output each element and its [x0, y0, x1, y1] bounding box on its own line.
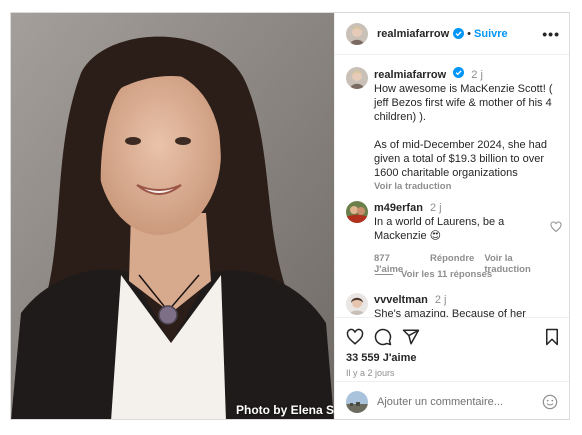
author-username[interactable]: realmiafarrow — [377, 28, 449, 40]
replies-divider — [375, 274, 393, 275]
caption-translate-link[interactable]: Voir la traduction — [374, 181, 559, 192]
caption-time[interactable]: 2 j — [471, 69, 483, 81]
comment-username[interactable]: vvveltman — [374, 294, 428, 306]
photo-credit: Photo by Elena S — [235, 403, 334, 417]
likes-count[interactable]: 33 559 J'aime — [346, 352, 417, 364]
post-panel: realmiafarrow • Suivre ••• realmiafarrow… — [334, 13, 569, 419]
separator-dot: • — [467, 27, 472, 40]
post-photo: Photo by Elena S — [11, 13, 334, 419]
verified-badge-icon — [453, 28, 465, 39]
more-options-icon[interactable]: ••• — [542, 26, 560, 42]
portrait-image — [11, 13, 334, 419]
post-timestamp[interactable]: Il y a 2 jours — [346, 368, 395, 378]
verified-badge-icon — [453, 67, 465, 78]
heart-icon[interactable] — [346, 328, 364, 346]
caption-username[interactable]: realmiafarrow — [374, 69, 446, 81]
follow-button[interactable]: Suivre — [474, 28, 508, 40]
caption-text: How awesome is MacKenzie Scott! ( jeff B… — [374, 83, 553, 179]
share-icon[interactable] — [402, 328, 420, 346]
comment-avatar[interactable] — [346, 293, 368, 315]
post-modal: Photo by Elena S realmiafarrow • Suivre … — [10, 12, 570, 420]
view-replies-label[interactable]: Voir les 11 réponses — [401, 269, 492, 280]
view-replies[interactable]: Voir les 11 réponses — [375, 269, 492, 280]
current-user-avatar — [346, 390, 368, 413]
comment-time[interactable]: 2 j — [430, 202, 442, 214]
comment-text: She's amazing. Because of her — [374, 308, 526, 317]
comment-like-heart-icon[interactable] — [550, 221, 562, 233]
comment-username[interactable]: m49erfan — [374, 202, 423, 214]
author-avatar[interactable] — [346, 22, 368, 45]
bookmark-icon[interactable] — [543, 328, 561, 346]
comment-avatar[interactable] — [346, 201, 368, 223]
post-header: realmiafarrow • Suivre ••• — [335, 13, 569, 55]
caption-avatar[interactable] — [346, 67, 368, 89]
emoji-icon[interactable] — [542, 394, 558, 410]
add-comment-input[interactable] — [377, 395, 527, 408]
add-comment-bar — [335, 381, 569, 419]
comment-icon[interactable] — [374, 328, 392, 346]
comments-list[interactable]: realmiafarrow 2 j How awesome is MacKenz… — [335, 55, 569, 317]
comment-translate-link[interactable]: Voir la traduction — [484, 253, 559, 275]
comment-text: In a world of Laurens, be a Mackenzie 😍 — [374, 216, 505, 242]
comment-time[interactable]: 2 j — [435, 294, 447, 306]
